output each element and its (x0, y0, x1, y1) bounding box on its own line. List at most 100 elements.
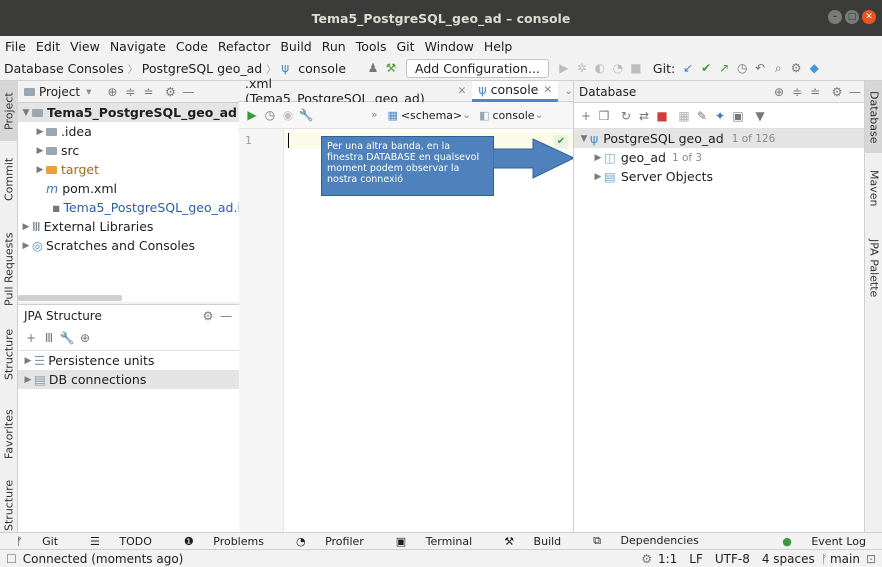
horizontal-scrollbar[interactable] (18, 295, 122, 301)
tool-todo[interactable]: ☰ TODO (74, 535, 168, 548)
file-encoding[interactable]: UTF-8 (709, 552, 756, 566)
locate-icon[interactable]: ⊕ (103, 85, 121, 99)
tree-item-iml[interactable]: ▪ Tema5_PostgreSQL_geo_ad.i (18, 198, 241, 217)
tree-item-db-connections[interactable]: ▶ ▤ DB connections (18, 370, 239, 389)
history-icon[interactable]: ◷ (733, 61, 751, 75)
tree-item-target[interactable]: ▶ target (18, 160, 239, 179)
menu-view[interactable]: View (65, 39, 105, 54)
git-update-icon[interactable]: ↙ (679, 61, 697, 75)
search-icon[interactable]: ⌕ (769, 61, 787, 76)
menu-window[interactable]: Window (420, 39, 479, 54)
close-button[interactable]: ✕ (862, 10, 876, 24)
expanded-icon[interactable]: ▼ (578, 134, 590, 144)
collapsed-icon[interactable]: ▶ (592, 153, 604, 163)
expand-all-icon[interactable]: ≑ (121, 85, 139, 99)
breadcrumb-consoles[interactable]: Database Consoles (0, 61, 128, 76)
tool-pull-requests[interactable]: Pull Requests (0, 221, 18, 317)
jump-icon[interactable]: ✦ (711, 109, 729, 123)
tool-commit[interactable]: Commit (0, 149, 18, 209)
tool-database[interactable]: Database (865, 81, 882, 153)
project-view-selector[interactable]: Project (39, 85, 80, 99)
history-icon[interactable]: ◷ (261, 108, 279, 122)
menu-run[interactable]: Run (317, 39, 351, 54)
expand-all-icon[interactable]: ≑ (788, 85, 806, 99)
target-icon[interactable]: ⊕ (76, 331, 94, 345)
user-icon[interactable]: ♟ (364, 61, 382, 75)
tool-problems[interactable]: ❶ Problems (168, 535, 280, 548)
wrench-icon[interactable]: 🔧 (297, 108, 315, 122)
git-branch[interactable]: main (828, 552, 866, 566)
breadcrumb-console[interactable]: console (294, 61, 350, 76)
tool-dependencies[interactable]: ⧉ Dependencies (577, 534, 715, 548)
maximize-button[interactable]: □ (845, 10, 859, 24)
menu-navigate[interactable]: Navigate (105, 39, 171, 54)
minimize-button[interactable]: – (828, 10, 842, 24)
stop-icon[interactable]: ◉ (279, 108, 297, 122)
git-commit-icon[interactable]: ✔ (697, 61, 715, 75)
tool-maven[interactable]: Maven (865, 163, 882, 213)
tool-terminal[interactable]: ▣ Terminal (380, 535, 488, 548)
tool-favorites[interactable]: Favorites (0, 401, 18, 467)
breadcrumb-datasource[interactable]: PostgreSQL geo_ad (138, 61, 266, 76)
tool-git[interactable]: ᚠ Git (0, 535, 74, 548)
add-configuration-button[interactable]: Add Configuration... (406, 58, 549, 78)
collapsed-icon[interactable]: ▶ (22, 375, 34, 385)
chevron-down-icon[interactable]: ⌄ (462, 109, 471, 121)
tree-item-idea[interactable]: ▶ .idea (18, 122, 239, 141)
tool-profiler[interactable]: ◔ Profiler (280, 535, 380, 548)
collapsed-icon[interactable]: ▶ (20, 222, 32, 232)
disconnect-icon[interactable]: ■ (653, 109, 671, 123)
tool-structure[interactable]: Structure (0, 321, 18, 387)
collapsed-icon[interactable]: ▶ (20, 241, 32, 251)
close-icon[interactable]: ✕ (543, 84, 552, 96)
refresh-icon[interactable]: ↻ (617, 109, 635, 123)
tool-jpa-palette[interactable]: JPA Palette (865, 229, 882, 307)
tab-console[interactable]: ψ console ✕ (472, 80, 559, 102)
collapsed-icon[interactable]: ▶ (34, 127, 46, 137)
profile-icon[interactable]: ◔ (609, 61, 627, 75)
wrench-icon[interactable]: 🔧 (58, 331, 76, 345)
tool-structure-bottom[interactable]: Structure (0, 479, 18, 532)
lock-icon[interactable]: ⊡ (866, 552, 882, 566)
menu-edit[interactable]: Edit (31, 39, 65, 54)
expanded-icon[interactable]: ▼ (20, 108, 32, 118)
collapsed-icon[interactable]: ▶ (592, 172, 604, 182)
add-icon[interactable]: + (22, 331, 40, 345)
git-push-icon[interactable]: ↗ (715, 61, 733, 75)
collapse-all-icon[interactable]: ≐ (806, 85, 824, 99)
coverage-icon[interactable]: ◐ (591, 61, 609, 75)
chevron-down-icon[interactable]: ▾ (86, 86, 91, 98)
schema-selector[interactable]: <schema> (401, 109, 462, 122)
tree-item-libraries[interactable]: ▶ Ⅲ External Libraries (18, 217, 239, 236)
library-icon[interactable]: Ⅲ (40, 331, 58, 345)
copy-icon[interactable]: ❐ (595, 109, 613, 123)
debug-icon[interactable]: ✲ (573, 61, 591, 75)
indent-setting[interactable]: 4 spaces (756, 552, 821, 566)
menu-build[interactable]: Build (275, 39, 316, 54)
rollback-icon[interactable]: ↶ (751, 61, 769, 75)
gear-icon[interactable]: ⚙ (199, 309, 217, 323)
schema-diff-icon[interactable]: ⇄ (635, 109, 653, 123)
hammer-icon[interactable]: ⚒ (382, 61, 400, 75)
line-separator[interactable]: LF (683, 552, 709, 566)
menu-tools[interactable]: Tools (351, 39, 392, 54)
add-icon[interactable]: + (577, 109, 595, 123)
tree-root-datasource[interactable]: ▼ ψ PostgreSQL geo_ad 1 of 126 (574, 129, 864, 148)
hide-icon[interactable]: — (217, 309, 235, 323)
tree-item-src[interactable]: ▶ src (18, 141, 239, 160)
hide-icon[interactable]: — (846, 85, 864, 99)
close-icon[interactable]: ✕ (458, 85, 467, 97)
gear-icon[interactable]: ⚙ (828, 85, 846, 99)
run-icon[interactable]: ▶ (555, 61, 573, 75)
hide-icon[interactable]: — (179, 85, 197, 99)
status-toggle-icon[interactable]: ☐ (6, 552, 17, 566)
menu-git[interactable]: Git (392, 39, 420, 54)
gear-icon[interactable]: ⚙ (161, 85, 179, 99)
locate-icon[interactable]: ⊕ (770, 85, 788, 99)
plugin-icon[interactable]: ◆ (805, 61, 823, 75)
tree-root[interactable]: ▼ Tema5_PostgreSQL_geo_ad (18, 103, 239, 122)
caret-position[interactable]: 1:1 (652, 552, 683, 566)
tree-item-geo-ad[interactable]: ▶ ◫ geo_ad 1 of 3 (574, 148, 864, 167)
tree-item-server-objects[interactable]: ▶ ▤ Server Objects (574, 167, 864, 186)
menu-code[interactable]: Code (171, 39, 213, 54)
